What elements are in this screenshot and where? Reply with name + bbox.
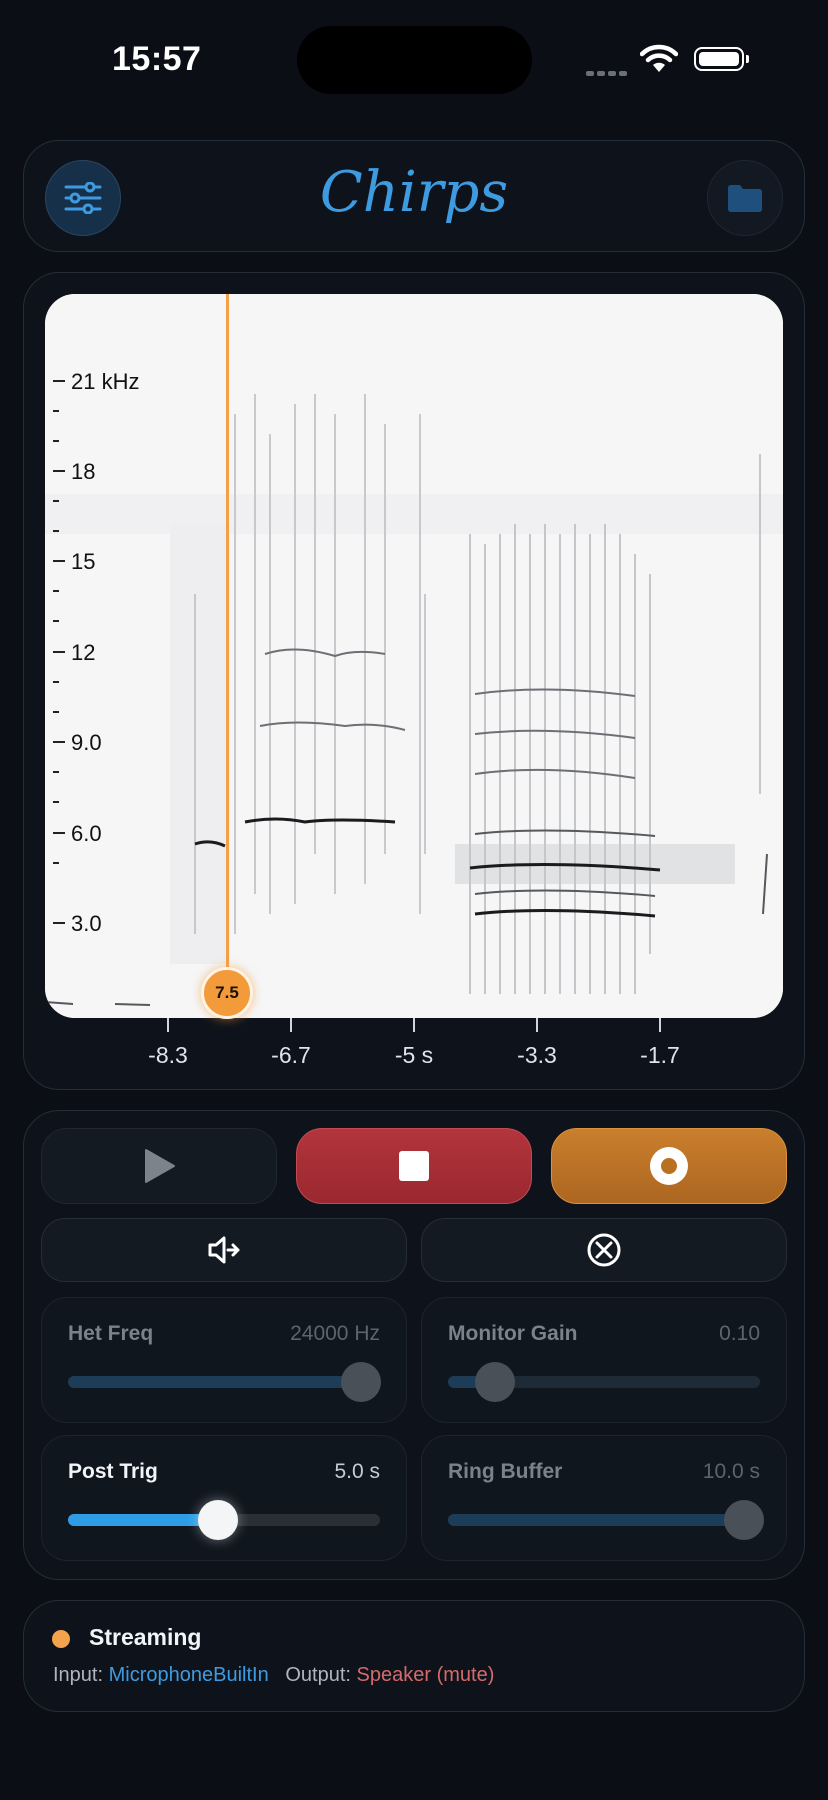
clear-button[interactable] bbox=[421, 1218, 787, 1282]
status-time: 15:57 bbox=[112, 40, 202, 78]
time-label: -1.7 bbox=[640, 1042, 680, 1068]
ring-buffer-card: Ring Buffer 10.0 s bbox=[421, 1435, 787, 1561]
playhead-line[interactable] bbox=[226, 294, 229, 994]
ring-buffer-value: 10.0 s bbox=[702, 1460, 760, 1483]
het-freq-thumb[interactable] bbox=[341, 1362, 382, 1402]
input-label: Input: bbox=[53, 1664, 104, 1686]
time-axis: -8.3 -6.7 -5 s -3.3 -1.7 bbox=[45, 1018, 783, 1068]
wifi-icon bbox=[640, 44, 678, 72]
post-trig-thumb[interactable] bbox=[197, 1500, 238, 1540]
freq-tick bbox=[53, 681, 59, 683]
time-label: -3.3 bbox=[517, 1042, 557, 1068]
time-tick bbox=[659, 1018, 661, 1032]
freq-label: 21 kHz bbox=[71, 369, 140, 394]
record-button[interactable] bbox=[551, 1128, 787, 1204]
battery-icon bbox=[694, 47, 749, 71]
post-trig-fill bbox=[68, 1514, 218, 1526]
folder-icon bbox=[728, 185, 762, 212]
stop-button[interactable] bbox=[296, 1128, 532, 1204]
het-freq-label: Het Freq bbox=[68, 1322, 154, 1345]
status-indicator-dot bbox=[52, 1630, 70, 1648]
het-freq-slider[interactable] bbox=[68, 1362, 382, 1402]
spectrogram-view[interactable]: 21 kHz 18 15 12 9.0 6.0 3.0 bbox=[45, 294, 783, 1018]
freq-label: 15 bbox=[71, 549, 96, 574]
freq-tick bbox=[53, 500, 59, 502]
monitor-gain-thumb[interactable] bbox=[474, 1362, 515, 1402]
het-freq-value: 24000 Hz bbox=[290, 1322, 380, 1345]
record-icon bbox=[650, 1147, 688, 1185]
input-device: MicrophoneBuiltIn bbox=[108, 1664, 269, 1686]
status-panel bbox=[23, 1600, 805, 1712]
play-icon bbox=[145, 1149, 175, 1183]
freq-tick bbox=[53, 470, 65, 472]
post-trig-card: Post Trig 5.0 s bbox=[41, 1435, 407, 1561]
post-trig-slider[interactable] bbox=[68, 1500, 380, 1540]
freq-label: 6.0 bbox=[71, 821, 102, 846]
freq-tick bbox=[53, 862, 59, 864]
freq-tick bbox=[53, 801, 59, 803]
time-label: -8.3 bbox=[148, 1042, 188, 1068]
het-freq-fill bbox=[68, 1376, 362, 1388]
stop-icon bbox=[399, 1151, 429, 1181]
output-device: Speaker (mute) bbox=[356, 1664, 495, 1686]
het-freq-card: Het Freq 24000 Hz bbox=[41, 1297, 407, 1423]
ring-buffer-fill bbox=[448, 1514, 745, 1526]
folder-button[interactable] bbox=[707, 160, 783, 236]
play-button[interactable] bbox=[41, 1128, 277, 1204]
freq-tick bbox=[53, 440, 59, 442]
freq-tick bbox=[53, 590, 59, 592]
dynamic-island bbox=[297, 26, 532, 94]
monitor-gain-slider[interactable] bbox=[448, 1362, 760, 1402]
freq-label: 18 bbox=[71, 459, 96, 484]
time-tick bbox=[413, 1018, 415, 1032]
time-tick bbox=[290, 1018, 292, 1032]
freq-tick bbox=[53, 651, 65, 653]
monitor-gain-value: 0.10 bbox=[719, 1322, 760, 1345]
freq-tick bbox=[53, 560, 65, 562]
spectrogram-image bbox=[45, 294, 783, 1018]
time-tick bbox=[536, 1018, 538, 1032]
freq-tick bbox=[53, 711, 59, 713]
freq-tick bbox=[53, 410, 59, 412]
freq-tick bbox=[53, 620, 59, 622]
playhead-handle[interactable]: 7.5 bbox=[201, 967, 253, 1019]
post-trig-label: Post Trig bbox=[68, 1460, 158, 1483]
ring-buffer-slider[interactable] bbox=[448, 1500, 765, 1540]
ring-buffer-label: Ring Buffer bbox=[448, 1460, 563, 1483]
freq-tick bbox=[53, 771, 59, 773]
cellular-signal-icon bbox=[586, 63, 630, 81]
freq-label: 3.0 bbox=[71, 911, 102, 936]
time-label: -6.7 bbox=[271, 1042, 311, 1068]
freq-tick bbox=[53, 380, 65, 382]
freq-tick bbox=[53, 832, 65, 834]
freq-tick bbox=[53, 922, 65, 924]
clear-x-circle-icon bbox=[587, 1233, 621, 1267]
output-label: Output: bbox=[285, 1664, 351, 1686]
app-title: Chirps bbox=[319, 160, 509, 225]
status-text: Streaming bbox=[89, 1624, 202, 1650]
freq-tick bbox=[53, 741, 65, 743]
post-trig-value: 5.0 s bbox=[334, 1460, 380, 1483]
freq-label: 9.0 bbox=[71, 730, 102, 755]
freq-label: 12 bbox=[71, 640, 96, 665]
time-label: -5 s bbox=[394, 1042, 434, 1068]
io-info: Input: MicrophoneBuiltIn Output: Speaker… bbox=[53, 1664, 494, 1687]
ring-buffer-thumb[interactable] bbox=[724, 1500, 765, 1540]
speaker-arrow-icon bbox=[208, 1236, 240, 1264]
monitor-gain-label: Monitor Gain bbox=[448, 1322, 578, 1345]
freq-tick bbox=[53, 530, 59, 532]
monitor-gain-card: Monitor Gain 0.10 bbox=[421, 1297, 787, 1423]
monitor-toggle-button[interactable] bbox=[41, 1218, 407, 1282]
time-tick bbox=[167, 1018, 169, 1032]
